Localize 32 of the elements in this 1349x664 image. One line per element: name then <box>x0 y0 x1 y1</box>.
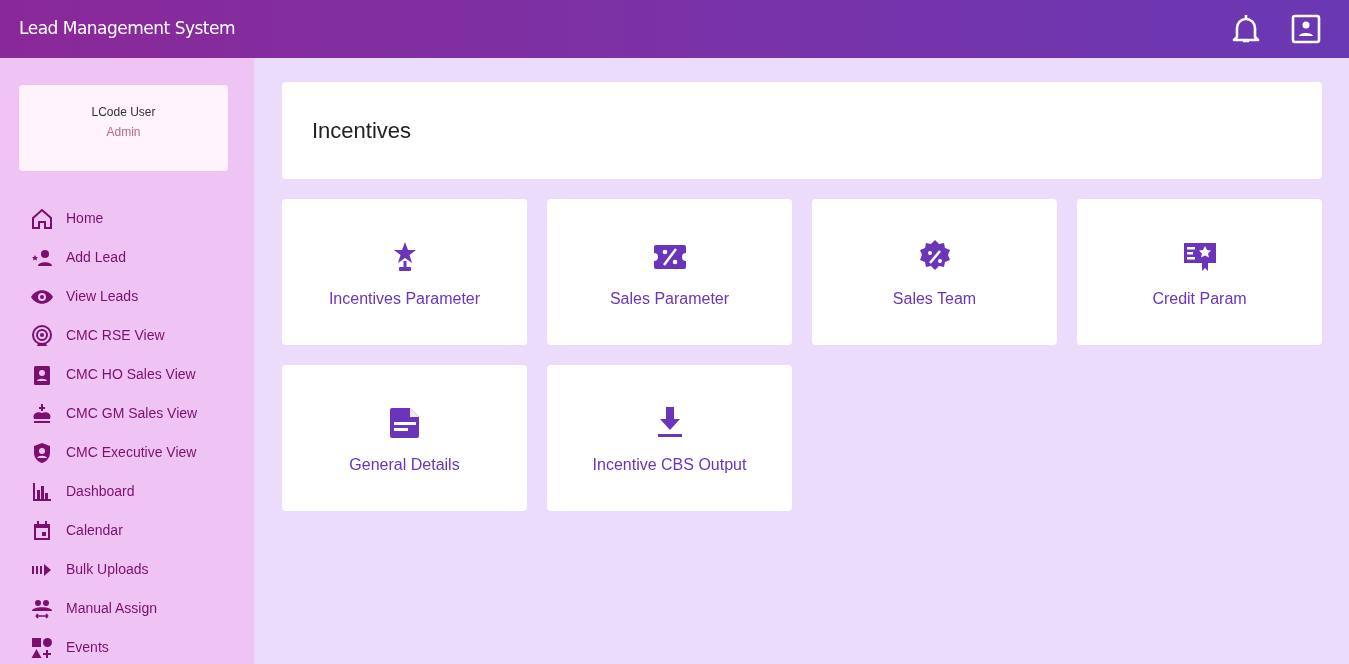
nav-item[interactable]: Manual Assign <box>0 589 253 628</box>
nav-item[interactable]: View Leads <box>0 277 253 316</box>
notification-bell-icon[interactable] <box>1231 13 1261 45</box>
tile-card[interactable]: Incentive CBS Output <box>547 365 792 511</box>
tile-card[interactable]: Incentives Parameter <box>282 199 527 345</box>
nav-item[interactable]: CMC GM Sales View <box>0 394 253 433</box>
home-icon <box>30 206 54 231</box>
tile-card[interactable]: Sales Team <box>812 199 1057 345</box>
tile-label: General Details <box>349 455 460 475</box>
user-name: LCode User <box>91 104 156 121</box>
nav-item[interactable]: Home <box>0 199 253 238</box>
nav-item[interactable]: Bulk Uploads <box>0 550 253 589</box>
page-title: Incentives <box>312 117 412 145</box>
nav-item[interactable]: Dashboard <box>0 472 253 511</box>
tile-card[interactable]: General Details <box>282 365 527 511</box>
nav-item[interactable]: Events <box>0 628 253 664</box>
nav-item[interactable]: CMC Executive View <box>0 433 253 472</box>
tile-card[interactable]: Credit Param <box>1077 199 1322 345</box>
nav-item[interactable]: Add Lead <box>0 238 253 277</box>
contact-card-icon[interactable] <box>1291 14 1321 44</box>
tile-card[interactable]: Sales Parameter <box>547 199 792 345</box>
user-role: Admin <box>106 124 141 141</box>
tile-label: Incentive CBS Output <box>592 455 747 475</box>
nav-item[interactable]: CMC HO Sales View <box>0 355 253 394</box>
shapes-icon <box>30 635 54 660</box>
tile-label: Sales Team <box>892 289 977 309</box>
tile-label: Sales Parameter <box>609 289 730 309</box>
nav-item[interactable]: Calendar <box>0 511 253 550</box>
nav-item[interactable]: CMC RSE View <box>0 316 253 355</box>
app-title: Lead Management System <box>19 17 236 41</box>
tile-label: Incentives Parameter <box>328 289 481 309</box>
tile-label: Credit Param <box>1152 289 1247 309</box>
